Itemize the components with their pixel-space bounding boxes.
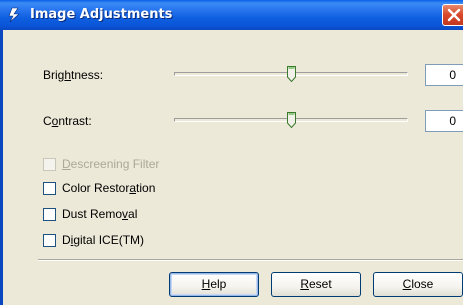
reset-button[interactable]: Reset [271, 272, 361, 297]
help-button[interactable]: Help [169, 272, 259, 297]
close-icon [447, 8, 461, 22]
window-frame-left [0, 30, 3, 305]
contrast-slider-thumb[interactable] [287, 112, 296, 128]
brightness-label: Brightness: [43, 68, 104, 82]
contrast-value-field[interactable]: 0 [425, 110, 463, 132]
separator [38, 259, 463, 261]
digital-ice-checkbox[interactable] [43, 234, 56, 247]
descreening-filter-label: Descreening Filter [62, 157, 160, 171]
dust-removal-checkbox[interactable] [43, 208, 56, 221]
title-bar[interactable]: Image Adjustments [0, 0, 463, 30]
close-window-button[interactable] [442, 4, 463, 26]
dust-removal-label[interactable]: Dust Removal [62, 207, 137, 221]
digital-ice-label[interactable]: Digital ICE(TM) [62, 233, 144, 247]
brightness-value-field[interactable]: 0 [425, 64, 463, 86]
contrast-label: Contrast: [43, 114, 92, 128]
descreening-filter-checkbox [43, 158, 56, 171]
color-restoration-checkbox[interactable] [43, 182, 56, 195]
color-restoration-label[interactable]: Color Restoration [62, 181, 155, 195]
window-title: Image Adjustments [30, 7, 173, 22]
epson-scan-icon [8, 7, 20, 23]
brightness-slider-thumb[interactable] [287, 66, 296, 82]
close-button[interactable]: Close [373, 272, 463, 297]
